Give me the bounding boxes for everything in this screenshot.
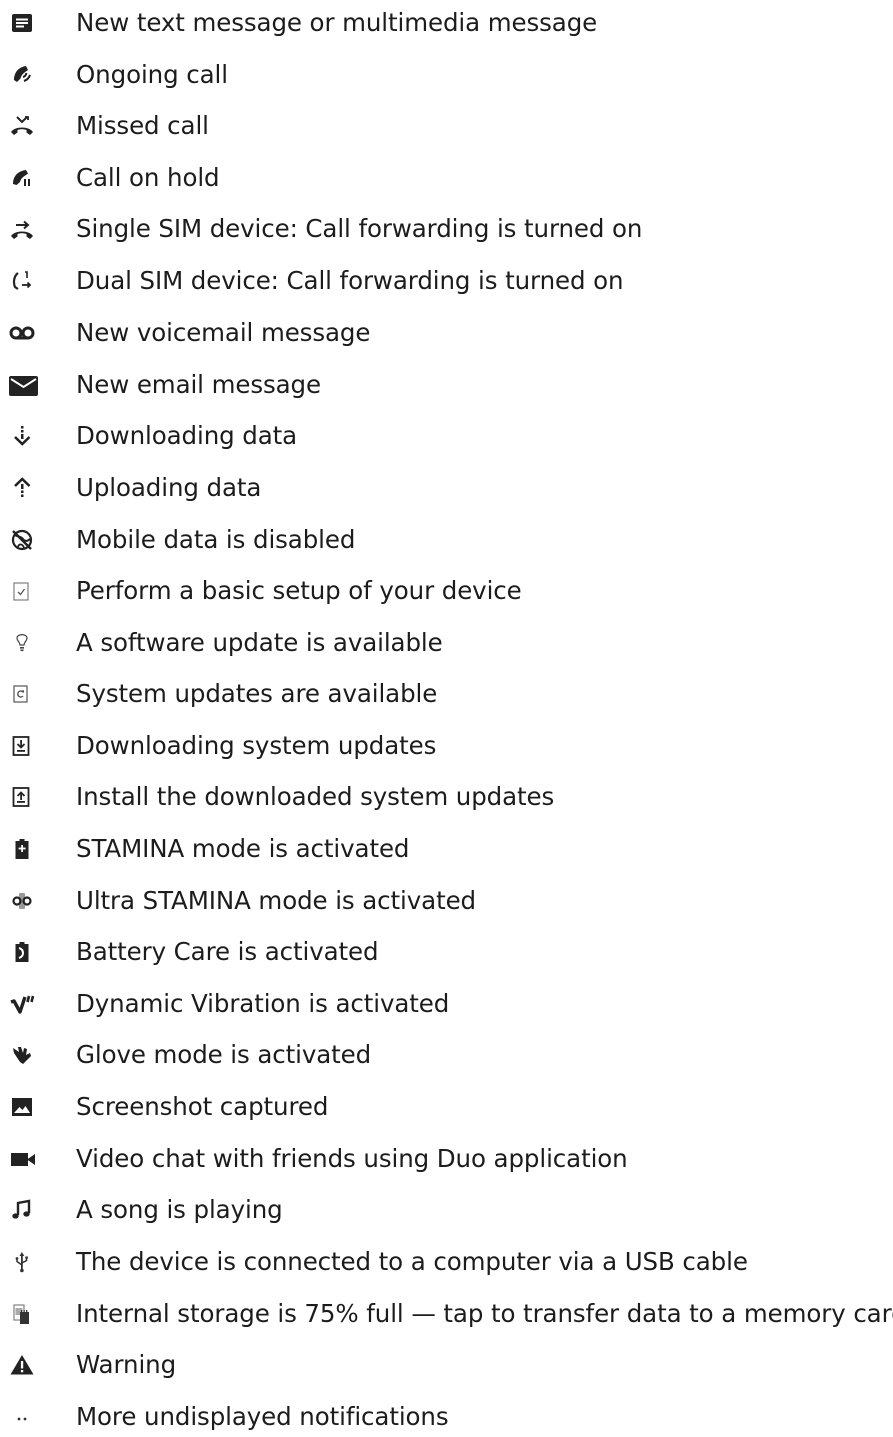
setup-icon xyxy=(9,578,35,604)
screenshot-icon xyxy=(9,1094,35,1120)
voicemail-icon xyxy=(9,320,35,346)
call-forwarding-icon xyxy=(9,216,35,242)
stamina-icon xyxy=(9,836,35,862)
list-item: System updates are available xyxy=(0,674,893,714)
lightbulb-icon xyxy=(9,630,35,656)
list-item: A software update is available xyxy=(0,623,893,663)
list-item: Warning xyxy=(0,1345,893,1385)
system-update-icon xyxy=(9,681,35,707)
list-item-label: Video chat with friends using Duo applic… xyxy=(76,1144,628,1173)
list-item-label: More undisplayed notifications xyxy=(76,1402,449,1431)
list-item-label: New voicemail message xyxy=(76,318,371,347)
list-item-label: STAMINA mode is activated xyxy=(76,834,410,863)
battery-care-icon xyxy=(9,939,35,965)
list-item-label: New text message or multimedia message xyxy=(76,8,598,37)
list-item-label: Warning xyxy=(76,1350,177,1379)
list-item-label: Single SIM device: Call forwarding is tu… xyxy=(76,214,643,243)
download-icon xyxy=(9,423,35,449)
list-item: Perform a basic setup of your device xyxy=(0,571,893,611)
list-item: More undisplayed notifications xyxy=(0,1397,893,1437)
list-item-label: A song is playing xyxy=(76,1195,283,1224)
list-item: New text message or multimedia message xyxy=(0,3,893,43)
list-item: New email message xyxy=(0,365,893,405)
upload-icon xyxy=(9,475,35,501)
list-item: Ongoing call xyxy=(0,55,893,95)
list-item: Single SIM device: Call forwarding is tu… xyxy=(0,209,893,249)
ongoing-call-icon xyxy=(9,62,35,88)
list-item: Screenshot captured xyxy=(0,1087,893,1127)
list-item: STAMINA mode is activated xyxy=(0,829,893,869)
list-item: Missed call xyxy=(0,106,893,146)
list-item-label: Missed call xyxy=(76,111,209,140)
list-item: New voicemail message xyxy=(0,313,893,353)
list-item-label: Perform a basic setup of your device xyxy=(76,576,522,605)
list-item-label: Call on hold xyxy=(76,163,220,192)
glove-icon xyxy=(9,1042,35,1068)
dynamic-vibration-icon xyxy=(9,991,35,1017)
list-item: Dynamic Vibration is activated xyxy=(0,984,893,1024)
storage-icon xyxy=(9,1301,35,1327)
ultra-stamina-icon xyxy=(9,888,35,914)
list-item: Install the downloaded system updates xyxy=(0,777,893,817)
list-item: The device is connected to a computer vi… xyxy=(0,1242,893,1282)
list-item-label: Downloading system updates xyxy=(76,731,437,760)
missed-call-icon xyxy=(9,113,35,139)
music-note-icon xyxy=(9,1197,35,1223)
list-item: Dual SIM device: Call forwarding is turn… xyxy=(0,261,893,301)
list-item-label: A software update is available xyxy=(76,628,443,657)
list-item: A song is playing xyxy=(0,1190,893,1230)
warning-icon xyxy=(9,1352,35,1378)
mobile-data-disabled-icon xyxy=(9,527,35,553)
list-item: Downloading data xyxy=(0,416,893,456)
usb-icon xyxy=(9,1249,35,1275)
email-icon xyxy=(9,372,38,398)
list-item-label: Glove mode is activated xyxy=(76,1040,372,1069)
list-item-label: Downloading data xyxy=(76,421,298,450)
list-item-label: Battery Care is activated xyxy=(76,937,379,966)
list-item: Uploading data xyxy=(0,468,893,508)
list-item-label: Ultra STAMINA mode is activated xyxy=(76,886,477,915)
call-on-hold-icon xyxy=(9,165,35,191)
list-item: Downloading system updates xyxy=(0,726,893,766)
list-item-label: Internal storage is 75% full — tap to tr… xyxy=(76,1299,893,1328)
list-item: Video chat with friends using Duo applic… xyxy=(0,1139,893,1179)
dual-sim-call-forwarding-icon xyxy=(9,268,35,294)
list-item-label: Mobile data is disabled xyxy=(76,525,356,554)
list-item: Internal storage is 75% full — tap to tr… xyxy=(0,1294,893,1334)
list-item-label: Screenshot captured xyxy=(76,1092,329,1121)
list-item-label: Dynamic Vibration is activated xyxy=(76,989,450,1018)
sms-icon xyxy=(9,10,35,36)
list-item: Ultra STAMINA mode is activated xyxy=(0,881,893,921)
list-item-label: System updates are available xyxy=(76,679,438,708)
list-item-label: Install the downloaded system updates xyxy=(76,782,555,811)
list-item: Battery Care is activated xyxy=(0,932,893,972)
list-item-label: The device is connected to a computer vi… xyxy=(76,1247,748,1276)
list-item: Glove mode is activated xyxy=(0,1035,893,1075)
install-update-icon xyxy=(9,784,35,810)
downloading-system-update-icon xyxy=(9,733,35,759)
list-item-label: Uploading data xyxy=(76,473,262,502)
list-item-label: Dual SIM device: Call forwarding is turn… xyxy=(76,266,624,295)
more-notifications-icon xyxy=(9,1404,35,1430)
list-item-label: New email message xyxy=(76,370,321,399)
list-item: Mobile data is disabled xyxy=(0,520,893,560)
video-camera-icon xyxy=(9,1146,35,1172)
list-item-label: Ongoing call xyxy=(76,60,228,89)
list-item: Call on hold xyxy=(0,158,893,198)
